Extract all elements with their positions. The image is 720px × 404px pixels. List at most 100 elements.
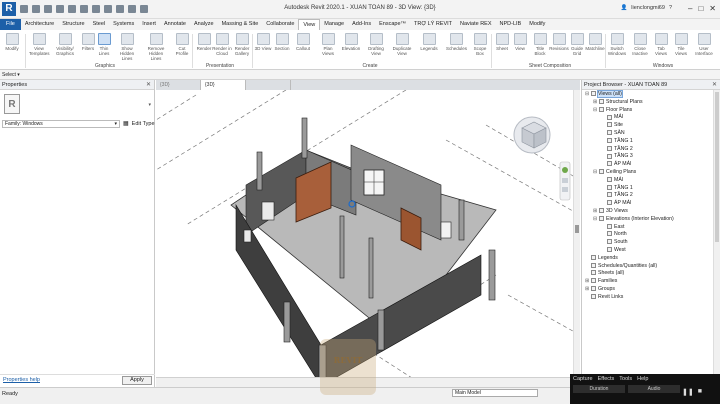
tree-node[interactable]: TẦNG 3 xyxy=(582,153,714,161)
tree-node[interactable]: ⊟ Floor Plans xyxy=(582,107,714,115)
tree-node[interactable]: ⊞ Groups xyxy=(582,286,714,294)
scroll-thumb[interactable] xyxy=(715,92,719,242)
legends-button[interactable]: Legends xyxy=(419,33,439,51)
steering-wheel-icon[interactable] xyxy=(562,167,568,173)
tab-annotate[interactable]: Annotate xyxy=(160,19,190,30)
tree-node[interactable]: South xyxy=(582,239,714,247)
view-tab-active[interactable]: {3D} xyxy=(201,80,246,90)
switch-windows-button[interactable]: Switch Windows xyxy=(607,33,627,56)
tab-systems[interactable]: Systems xyxy=(109,19,138,30)
tab-collaborate[interactable]: Collaborate xyxy=(262,19,298,30)
help-icon[interactable]: ? xyxy=(669,5,672,11)
type-selector-icon[interactable]: R xyxy=(4,94,20,114)
tree-node[interactable]: TẦNG 2 xyxy=(582,192,714,200)
tab-npd-lib[interactable]: NPD-LIB xyxy=(496,19,526,30)
thin-lines-button[interactable]: Thin Lines xyxy=(94,33,114,56)
tree-node[interactable]: Legends xyxy=(582,255,714,263)
pan-icon[interactable] xyxy=(562,187,568,192)
tree-node[interactable]: West xyxy=(582,247,714,255)
tree-node[interactable]: MÁI xyxy=(582,177,714,185)
tab-insert[interactable]: Insert xyxy=(138,19,160,30)
render-button[interactable]: Render xyxy=(194,33,214,51)
render-cloud-button[interactable]: Render in Cloud xyxy=(212,33,232,56)
tree-node[interactable]: East xyxy=(582,224,714,232)
show-hidden-lines-button[interactable]: Show Hidden Lines xyxy=(117,33,137,61)
guide-grid-button[interactable]: Guide Grid xyxy=(567,33,587,56)
tab-add-ins[interactable]: Add-Ins xyxy=(348,19,375,30)
edit-type-icon[interactable]: ▦ xyxy=(123,120,129,127)
tree-node[interactable]: ⊞ Families xyxy=(582,278,714,286)
3d-view-button[interactable]: 3D View xyxy=(253,33,273,51)
properties-help-link[interactable]: Properties help xyxy=(3,377,40,383)
pause-icon[interactable]: ❚❚ xyxy=(682,388,694,396)
revisions-button[interactable]: Revisions xyxy=(549,33,569,51)
tab-structure[interactable]: Structure xyxy=(58,19,88,30)
tab-manage[interactable]: Manage xyxy=(320,19,348,30)
place-view-button[interactable]: View xyxy=(510,33,530,51)
undo-icon[interactable] xyxy=(56,5,64,13)
tree-node[interactable]: ⊞ Structural Plans xyxy=(582,99,714,107)
close-button[interactable]: ✕ xyxy=(709,4,716,13)
schedules-button[interactable]: Schedules xyxy=(446,33,467,51)
redo-icon[interactable] xyxy=(68,5,76,13)
audio-field[interactable]: Audio xyxy=(628,385,680,393)
tab-naviate-rex[interactable]: Naviate REX xyxy=(456,19,496,30)
tree-node[interactable]: TẦNG 1 xyxy=(582,138,714,146)
open-icon[interactable] xyxy=(20,5,28,13)
tab-massing-site[interactable]: Massing & Site xyxy=(218,19,263,30)
render-gallery-button[interactable]: Render Gallery xyxy=(232,33,252,56)
scope-box-button[interactable]: Scope Box xyxy=(470,33,490,56)
view-templates-button[interactable]: View Templates xyxy=(29,33,50,56)
drafting-view-button[interactable]: Drafting View xyxy=(366,33,386,56)
recorder-menu-tools[interactable]: Tools xyxy=(619,376,632,382)
edit-type-button[interactable]: Edit Type xyxy=(132,121,155,127)
text-icon[interactable] xyxy=(104,5,112,13)
tab-views-button[interactable]: Tab Views xyxy=(651,33,671,56)
tree-node[interactable]: Sheets (all) xyxy=(582,270,714,278)
recorder-menu-capture[interactable]: Capture xyxy=(573,376,593,382)
section-button[interactable]: Section xyxy=(272,33,292,51)
project-browser-scrollbar[interactable] xyxy=(713,90,720,374)
model-selector[interactable]: Main Model xyxy=(452,389,538,397)
cut-profile-button[interactable]: Cut Profile xyxy=(172,33,192,56)
select-dropdown[interactable]: Select ▾ xyxy=(2,72,20,78)
tab-analyze[interactable]: Analyze xyxy=(190,19,218,30)
tree-node[interactable]: TẦNG 2 xyxy=(582,146,714,154)
tree-node[interactable]: ⊟ Views (all) xyxy=(582,90,714,99)
duplicate-view-button[interactable]: Duplicate View xyxy=(392,33,412,56)
thin-lines-icon[interactable] xyxy=(140,5,148,13)
tab-steel[interactable]: Steel xyxy=(89,19,110,30)
tree-node[interactable]: ⊟ Ceiling Plans xyxy=(582,169,714,177)
callout-button[interactable]: Callout xyxy=(293,33,313,51)
tree-node[interactable]: Site xyxy=(582,122,714,130)
recorder-menu-effects[interactable]: Effects xyxy=(598,376,615,382)
navigation-bar[interactable] xyxy=(559,161,571,201)
title-block-button[interactable]: Title Block xyxy=(530,33,550,56)
remove-hidden-lines-button[interactable]: Remove Hidden Lines xyxy=(146,33,166,61)
tree-node[interactable]: ÁP MÁI xyxy=(582,200,714,208)
scroll-thumb[interactable] xyxy=(575,225,579,233)
stop-icon[interactable]: ■ xyxy=(698,388,702,396)
sync-icon[interactable] xyxy=(44,5,52,13)
user-interface-button[interactable]: User Interface xyxy=(694,33,714,56)
sheet-button[interactable]: Sheet xyxy=(492,33,512,51)
tab-view[interactable]: View xyxy=(298,19,321,30)
close-inactive-button[interactable]: Close Inactive xyxy=(630,33,650,56)
tab-enscape[interactable]: Enscape™ xyxy=(375,19,410,30)
modify-button[interactable]: Modify xyxy=(2,33,22,51)
chevron-down-icon[interactable]: ▾ xyxy=(148,102,151,108)
matchline-button[interactable]: Matchline xyxy=(585,33,605,51)
recorder-menu-help[interactable]: Help xyxy=(637,376,648,382)
tile-views-button[interactable]: Tile Views xyxy=(671,33,691,56)
tree-node[interactable]: Schedules/Quantities (all) xyxy=(582,263,714,271)
duration-field[interactable]: Duration xyxy=(573,385,625,393)
tree-node[interactable]: Revit Links xyxy=(582,294,714,302)
3d-view-icon[interactable] xyxy=(116,5,124,13)
viewcube-icon[interactable] xyxy=(513,116,551,154)
tree-node[interactable]: ⊞ 3D Views xyxy=(582,208,714,216)
plan-views-button[interactable]: Plan Views xyxy=(318,33,338,56)
tree-node[interactable]: MÁI xyxy=(582,114,714,122)
tab-modify[interactable]: Modify xyxy=(525,19,549,30)
print-icon[interactable] xyxy=(80,5,88,13)
section-icon[interactable] xyxy=(128,5,136,13)
